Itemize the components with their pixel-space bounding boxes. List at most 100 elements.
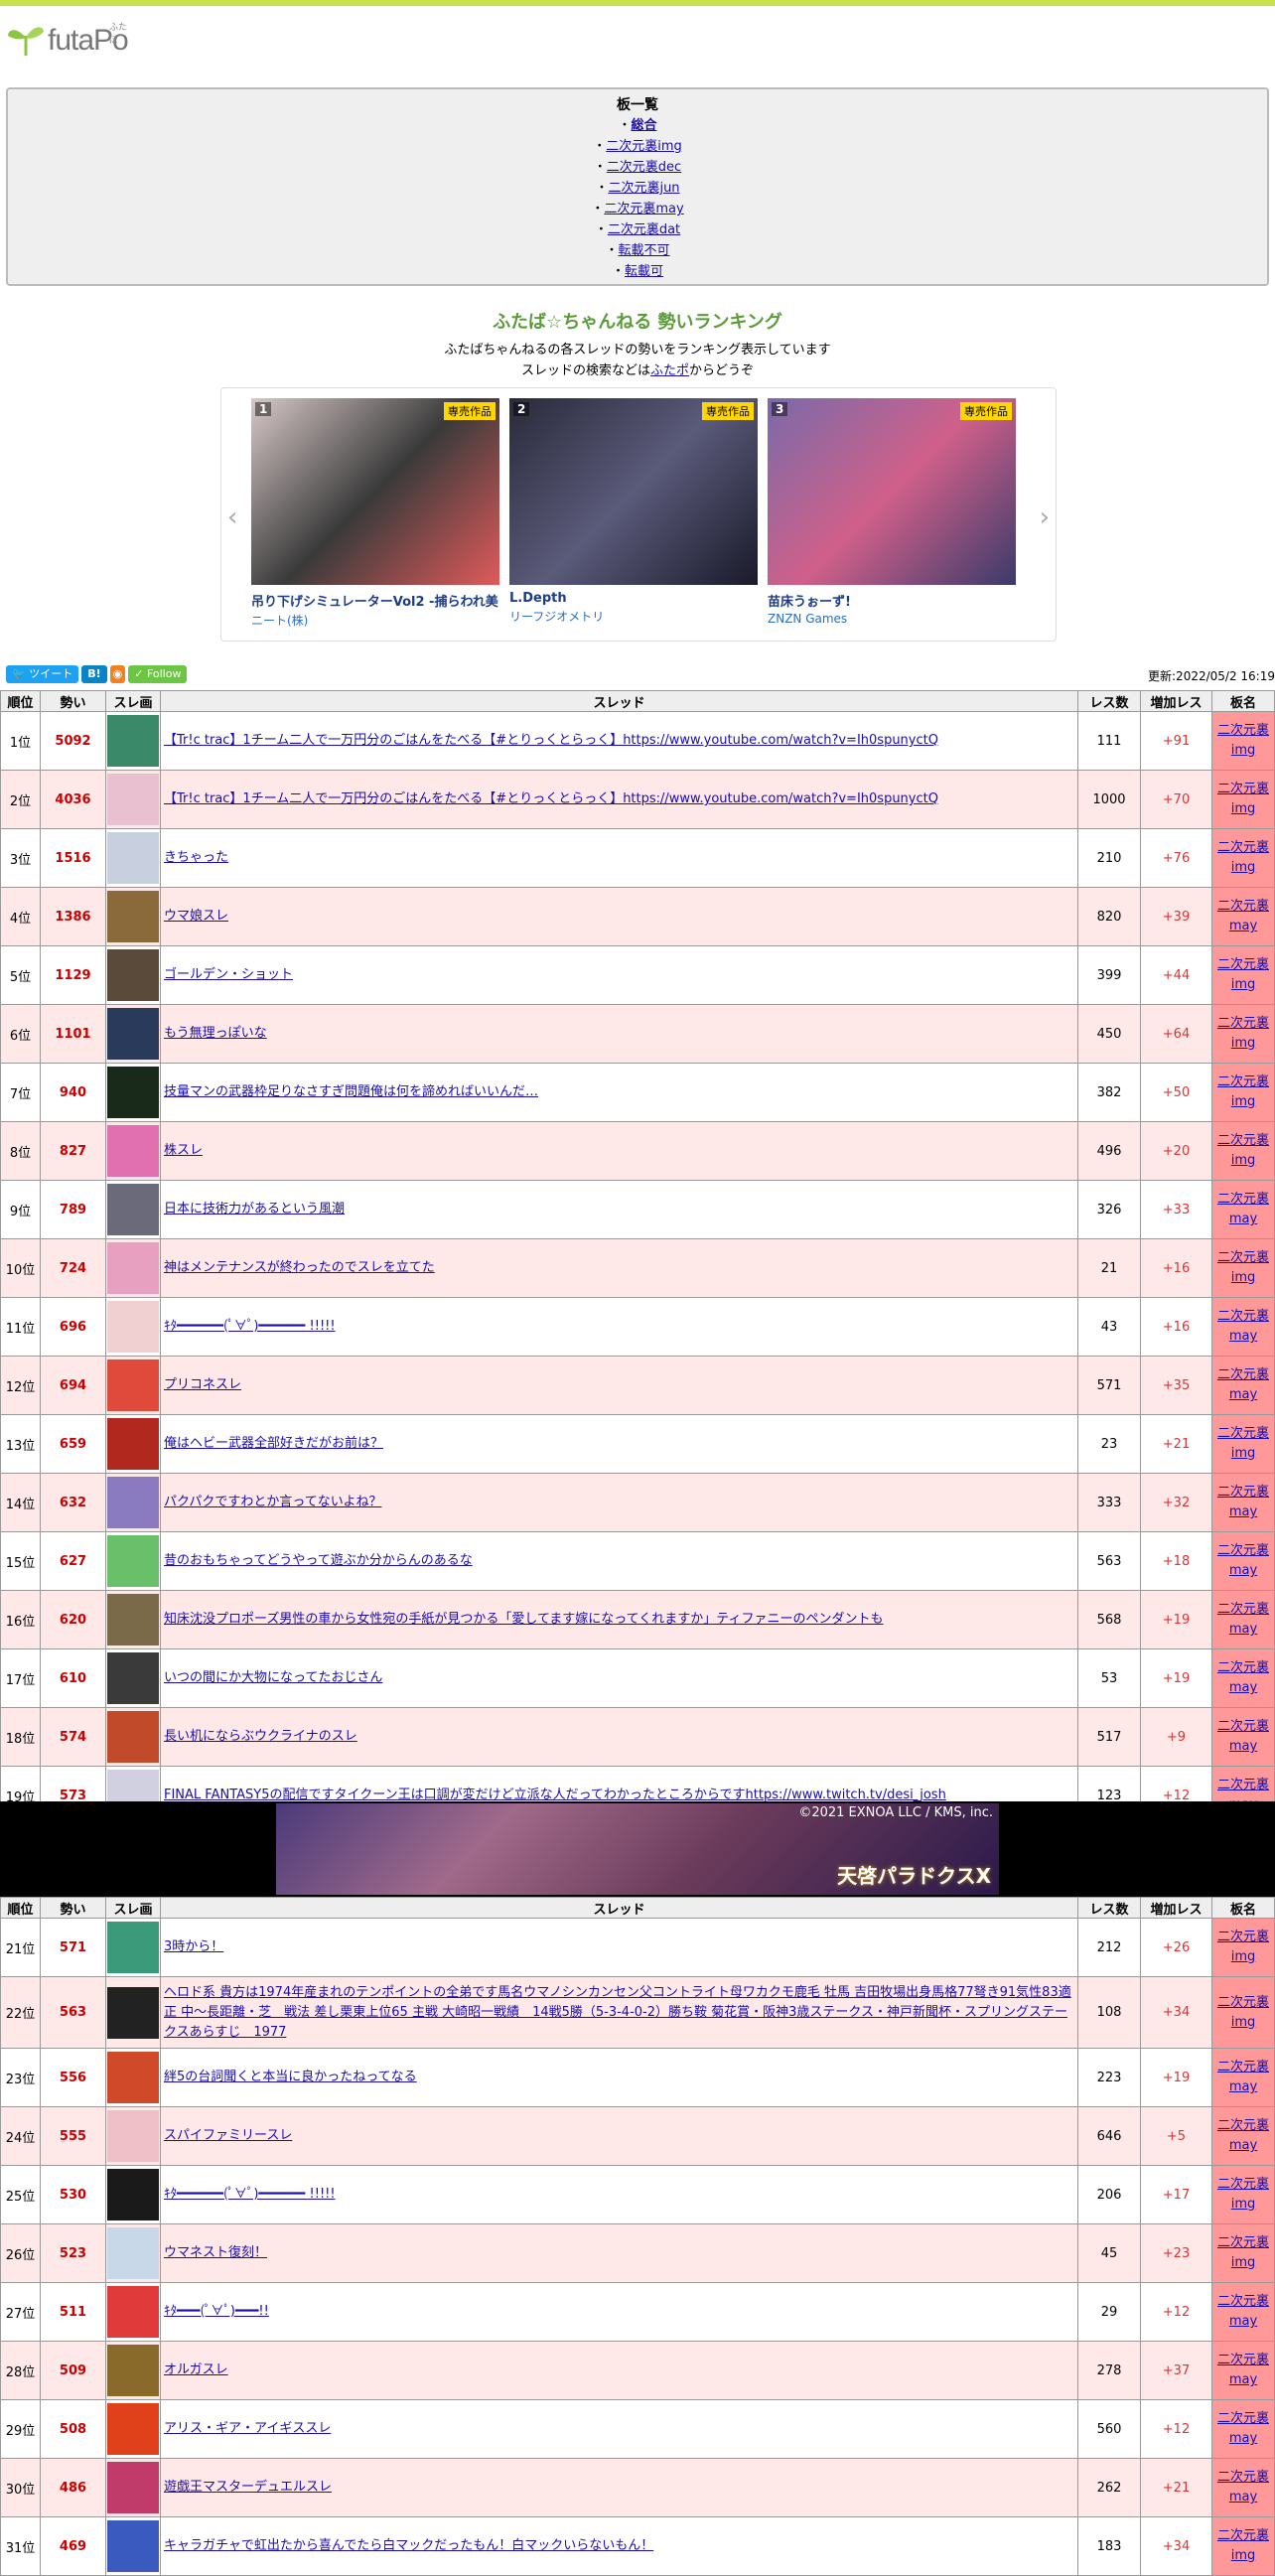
thumbnail-cell[interactable] xyxy=(105,1590,161,1649)
board-link[interactable]: 総合 xyxy=(632,118,657,133)
thread-link[interactable]: ヘロド系 貴方は1974年産まれのテンポイントの全弟です馬名ウマノシンカンセン父… xyxy=(164,1985,1071,2040)
hatena-bookmark-button[interactable]: B! xyxy=(81,665,107,683)
thread-link[interactable]: FINAL FANTASY5の配信ですタイクーン王は口調が変だけど立派な人だって… xyxy=(164,1788,946,1802)
thread-link[interactable]: 俺はヘビー武器全部好きだがお前は？ xyxy=(164,1436,383,1451)
board-link[interactable]: 転載不可 xyxy=(619,243,670,258)
thumbnail-cell[interactable] xyxy=(105,1063,161,1122)
thread-link[interactable]: プリコネスレ xyxy=(164,1377,241,1392)
thread-thumbnail[interactable] xyxy=(107,1711,159,1763)
thumbnail-cell[interactable] xyxy=(105,1004,161,1064)
thread-link[interactable]: 神はメンテナンスが終わったのでスレを立てた xyxy=(164,1260,435,1275)
thumbnail-cell[interactable] xyxy=(105,887,161,946)
thread-thumbnail[interactable] xyxy=(107,1535,159,1587)
thumbnail-cell[interactable] xyxy=(105,1414,161,1474)
board-name-link[interactable]: 二次元裏 may xyxy=(1217,2411,1269,2446)
thread-thumbnail[interactable] xyxy=(107,2520,159,2572)
board-name-link[interactable]: 二次元裏 may xyxy=(1217,1719,1269,1754)
board-name-link[interactable]: 二次元裏 may xyxy=(1217,2470,1269,2504)
thread-link[interactable]: ｷﾀ━━━(ﾟ∀ﾟ)━━━!! xyxy=(164,2304,269,2319)
thread-link[interactable]: キャラガチャで虹出たから喜んでたら白マックだったもん！白マックいらないもん！ xyxy=(164,2538,653,2553)
board-name-link[interactable]: 二次元裏 may xyxy=(1217,899,1269,933)
board-name-link[interactable]: 二次元裏 img xyxy=(1217,723,1269,758)
thumbnail-cell[interactable] xyxy=(105,1976,161,2049)
board-name-link[interactable]: 二次元裏 img xyxy=(1217,1133,1269,1168)
thread-thumbnail[interactable] xyxy=(107,1477,159,1528)
thread-link[interactable]: 【Tr!c trac】1チーム二人で一万円分のごはんをたべる【#とりっくとらっく… xyxy=(164,791,938,806)
board-name-link[interactable]: 二次元裏 img xyxy=(1217,1426,1269,1461)
thread-link[interactable]: 株スレ xyxy=(164,1143,203,1158)
thumbnail-cell[interactable] xyxy=(105,1180,161,1239)
board-name-link[interactable]: 二次元裏 img xyxy=(1217,1074,1269,1109)
board-name-link[interactable]: 二次元裏 may xyxy=(1217,1192,1269,1226)
thread-thumbnail[interactable] xyxy=(107,1360,159,1411)
thread-link[interactable]: きちゃった xyxy=(164,850,228,865)
board-name-link[interactable]: 二次元裏 may xyxy=(1217,1309,1269,1344)
futapo-link[interactable]: ふたポ xyxy=(650,363,689,378)
thread-thumbnail[interactable] xyxy=(107,2462,159,2513)
product-title[interactable]: 吊り下げシミュレーターVol2 -捕らわれ美 xyxy=(251,591,499,610)
thumbnail-cell[interactable] xyxy=(105,2341,161,2400)
thread-thumbnail[interactable] xyxy=(107,891,159,942)
thumbnail-cell[interactable] xyxy=(105,2516,161,2576)
board-name-link[interactable]: 二次元裏 may xyxy=(1217,1367,1269,1402)
thumbnail-cell[interactable] xyxy=(105,1918,161,1977)
board-link[interactable]: 二次元裏dat xyxy=(608,222,680,237)
thread-thumbnail[interactable] xyxy=(107,1922,159,1973)
board-name-link[interactable]: 二次元裏 may xyxy=(1217,2118,1269,2153)
thumbnail-cell[interactable] xyxy=(105,1356,161,1415)
thumbnail-cell[interactable] xyxy=(105,1297,161,1357)
thumbnail-cell[interactable] xyxy=(105,1238,161,1298)
thumbnail-cell[interactable] xyxy=(105,1473,161,1532)
thread-thumbnail[interactable] xyxy=(107,1067,159,1118)
product-maker[interactable]: リーフジオメトリ xyxy=(509,608,758,625)
board-link[interactable]: 転載可 xyxy=(625,264,663,279)
product-card[interactable]: 3 専売作品 苗床うぉーず! ZNZN Games xyxy=(768,398,1016,626)
board-name-link[interactable]: 二次元裏 may xyxy=(1217,1485,1269,1519)
ad-banner[interactable]: ©2021 EXNOA LLC / KMS, inc. 天啓パラドクスX xyxy=(276,1803,999,1895)
chevron-right-icon[interactable]: › xyxy=(1040,502,1050,532)
board-name-link[interactable]: 二次元裏 may xyxy=(1217,1543,1269,1578)
board-name-link[interactable]: 二次元裏 may xyxy=(1217,2060,1269,2094)
thread-link[interactable]: 3時から！ xyxy=(164,1939,223,1954)
thumbnail-cell[interactable] xyxy=(105,1707,161,1767)
board-name-link[interactable]: 二次元裏 img xyxy=(1217,782,1269,816)
chevron-left-icon[interactable]: ‹ xyxy=(227,502,237,532)
thread-link[interactable]: いつの間にか大物になってたおじさん xyxy=(164,1670,382,1685)
thumbnail-cell[interactable] xyxy=(105,2048,161,2107)
thread-thumbnail[interactable] xyxy=(107,1301,159,1353)
thread-link[interactable]: 知床沈没プロポーズ男性の車から女性宛の手紙が見つかる「愛してます嫁になってくれま… xyxy=(164,1612,884,1627)
thread-link[interactable]: 長い机にならぶウクライナのスレ xyxy=(164,1729,357,1744)
board-name-link[interactable]: 二次元裏 may xyxy=(1217,1660,1269,1695)
thread-thumbnail[interactable] xyxy=(107,2227,159,2279)
tweet-button[interactable]: 🐦 ツイート xyxy=(6,665,79,683)
thumbnail-cell[interactable] xyxy=(105,1531,161,1591)
board-name-link[interactable]: 二次元裏 img xyxy=(1217,2528,1269,2563)
thread-thumbnail[interactable] xyxy=(107,1242,159,1294)
thumbnail-cell[interactable] xyxy=(105,2223,161,2283)
thumbnail-cell[interactable] xyxy=(105,945,161,1005)
thumbnail-cell[interactable] xyxy=(105,1648,161,1708)
product-title[interactable]: 苗床うぉーず! xyxy=(768,591,1016,610)
thumbnail-cell[interactable] xyxy=(105,2399,161,2459)
thumbnail-cell[interactable] xyxy=(105,2282,161,2342)
thumbnail-cell[interactable] xyxy=(105,1121,161,1181)
thread-link[interactable]: ウマネスト復刻！ xyxy=(164,2245,267,2260)
thread-link[interactable]: アリス・ギア・アイギススレ xyxy=(164,2421,331,2436)
product-image[interactable]: 1 専売作品 xyxy=(251,398,499,585)
thread-thumbnail[interactable] xyxy=(107,2345,159,2396)
thread-thumbnail[interactable] xyxy=(107,774,159,825)
thumbnail-cell[interactable] xyxy=(105,2458,161,2517)
board-link[interactable]: 二次元裏may xyxy=(604,202,683,216)
thread-link[interactable]: 絆5の台詞聞くと本当に良かったねってなる xyxy=(164,2070,417,2084)
board-link[interactable]: 二次元裏jun xyxy=(608,181,679,196)
thread-link[interactable]: ウマ娘スレ xyxy=(164,909,228,924)
thread-link[interactable]: 【Tr!c trac】1チーム二人で一万円分のごはんをたべる【#とりっくとらっく… xyxy=(164,733,938,748)
board-name-link[interactable]: 二次元裏 img xyxy=(1217,840,1269,875)
thread-link[interactable]: 遊戯王マスターデュエルスレ xyxy=(164,2480,332,2495)
product-card[interactable]: 2 専売作品 L.Depth リーフジオメトリ xyxy=(509,398,758,625)
board-name-link[interactable]: 二次元裏 img xyxy=(1217,1250,1269,1285)
product-card[interactable]: 1 専売作品 吊り下げシミュレーターVol2 -捕らわれ美 ニート(株) xyxy=(251,398,499,629)
board-link[interactable]: 二次元裏dec xyxy=(607,160,681,175)
thread-link[interactable]: オルガスレ xyxy=(164,2362,228,2377)
thread-link[interactable]: もう無理っぽいな xyxy=(164,1026,267,1041)
